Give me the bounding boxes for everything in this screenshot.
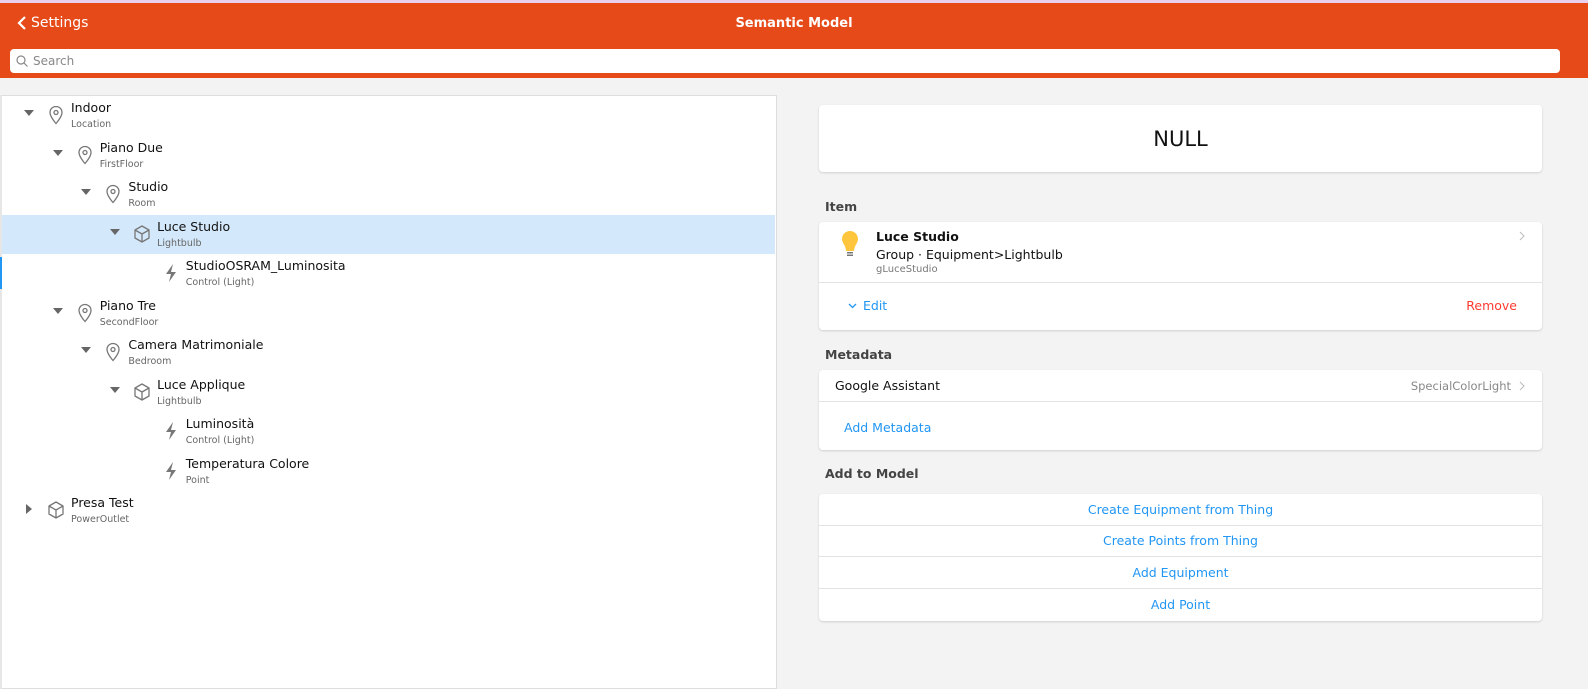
item-card: Luce Studio Group · Equipment>Lightbulb … <box>819 222 1542 330</box>
tree-item-label: Piano Due <box>99 139 163 155</box>
caret-down-icon[interactable] <box>24 110 34 116</box>
search-bar[interactable] <box>10 49 1560 73</box>
add-equipment-button[interactable]: Add Equipment <box>1132 565 1228 580</box>
edit-label: Edit <box>863 298 888 313</box>
add-metadata-button[interactable]: Add Metadata <box>844 420 931 435</box>
search-icon <box>16 55 28 67</box>
tree-item-label: Temperatura Colore <box>185 455 310 471</box>
caret-down-icon[interactable] <box>110 228 121 235</box>
cube-icon <box>133 224 151 244</box>
chevron-right-icon <box>1519 381 1525 390</box>
tree-item-class: Lightbulb <box>157 395 202 407</box>
tree-item[interactable]: StudioOSRAM_Luminosita Control (Light) <box>2 254 775 294</box>
caret-right-icon[interactable] <box>26 504 32 514</box>
tree-item-label: Indoor <box>71 100 111 115</box>
page-title: Semantic Model <box>735 16 853 31</box>
tree-item-label: Luce Applique <box>157 376 246 392</box>
tree-item-class: SecondFloor <box>99 316 159 328</box>
metadata-section-title: Metadata <box>825 347 893 362</box>
caret-down-icon[interactable] <box>52 307 63 314</box>
tree-item-label: Piano Tre <box>99 297 156 313</box>
tree-item-class: Point <box>185 474 210 486</box>
tree-item-label: Studio <box>128 179 169 194</box>
tree-item[interactable]: Camera Matrimoniale Bedroom <box>2 333 775 373</box>
add-to-model-section-title: Add to Model <box>825 466 919 481</box>
search-input[interactable] <box>33 54 1560 68</box>
location-icon <box>47 105 65 125</box>
metadata-row-google-assistant[interactable]: Google Assistant SpecialColorLight <box>819 370 1542 402</box>
item-row[interactable]: Luce Studio Group · Equipment>Lightbulb … <box>819 222 1542 283</box>
bolt-icon <box>162 263 180 283</box>
item-type: Group · Equipment>Lightbulb <box>876 247 1063 262</box>
remove-button[interactable]: Remove <box>1466 298 1517 313</box>
caret-down-icon[interactable] <box>110 386 121 393</box>
semantic-tree: Indoor Location Piano Due FirstFloor Studio R… <box>2 95 777 689</box>
item-name: Luce Studio <box>876 229 959 244</box>
edit-button[interactable]: Edit <box>848 298 887 313</box>
tree-item-class: Control (Light) <box>185 277 255 288</box>
tree-item-label: StudioOSRAM_Luminosita <box>185 258 346 273</box>
chevron-right-icon <box>1519 231 1525 241</box>
state-value: NULL <box>1153 126 1208 151</box>
tree-item-label: Luce Studio <box>157 218 231 234</box>
location-icon <box>104 184 122 204</box>
caret-down-icon[interactable] <box>81 189 92 195</box>
tree-item[interactable]: Indoor Location <box>2 96 775 136</box>
tree-item-class: FirstFloor <box>99 158 144 170</box>
location-icon <box>76 303 94 323</box>
metadata-value: SpecialColorLight <box>1410 378 1511 393</box>
tree-item-class: PowerOutlet <box>71 514 130 525</box>
tree-item-class: Control (Light) <box>185 435 255 446</box>
tree-item-class: Location <box>71 119 112 130</box>
tree-item-label: Luminosità <box>185 416 255 431</box>
add-to-model-card: Create Equipment from Thing Create Point… <box>819 494 1542 621</box>
tree-item-class: Bedroom <box>128 356 172 367</box>
navbar: Settings Semantic Model <box>0 3 1588 78</box>
bolt-icon <box>162 421 180 441</box>
location-icon <box>76 145 94 165</box>
chevron-down-icon <box>848 303 857 308</box>
caret-down-icon[interactable] <box>81 347 92 353</box>
caret-down-icon[interactable] <box>52 149 63 156</box>
create-points-from-thing-button[interactable]: Create Points from Thing <box>1103 533 1258 548</box>
create-equipment-from-thing-button[interactable]: Create Equipment from Thing <box>1088 502 1273 517</box>
metadata-card: Google Assistant SpecialColorLight Add M… <box>819 370 1542 450</box>
tree-item-label: Presa Test <box>71 495 134 510</box>
cube-icon <box>133 382 151 402</box>
tree-item[interactable]: Piano Due FirstFloor <box>2 136 775 176</box>
tree-item[interactable]: Luce Studio Lightbulb <box>2 214 775 254</box>
tree-item[interactable]: Presa Test PowerOutlet <box>2 491 775 531</box>
add-point-button[interactable]: Add Point <box>1151 597 1210 612</box>
item-id: gLuceStudio <box>876 264 938 275</box>
state-card: NULL <box>819 105 1542 172</box>
tree-item-class: Lightbulb <box>157 237 202 249</box>
tree-item[interactable]: Studio Room <box>2 175 775 215</box>
tree-item[interactable]: Luminosità Control (Light) <box>2 412 775 452</box>
tree-item-class: Room <box>128 198 156 209</box>
bolt-icon <box>162 461 180 481</box>
metadata-name: Google Assistant <box>835 378 940 393</box>
tree-item[interactable]: Temperatura Colore Point <box>2 452 775 492</box>
cube-icon <box>47 500 65 520</box>
tree-item[interactable]: Piano Tre SecondFloor <box>2 294 775 334</box>
tree-item-label: Camera Matrimoniale <box>128 337 264 352</box>
item-section-title: Item <box>825 199 858 214</box>
tree-item[interactable]: Luce Applique Lightbulb <box>2 373 775 413</box>
location-icon <box>104 342 122 362</box>
lightbulb-icon <box>842 231 858 256</box>
